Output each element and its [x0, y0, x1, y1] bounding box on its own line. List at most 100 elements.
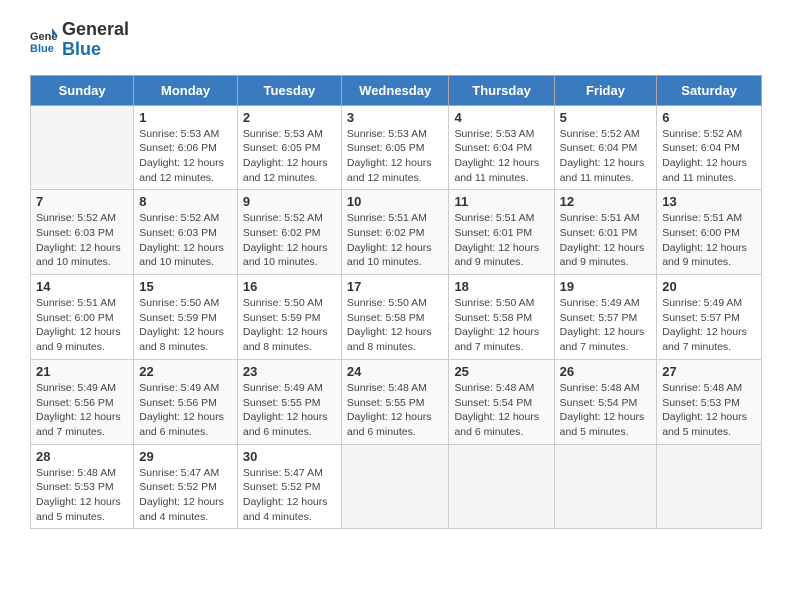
calendar-cell: 11 Sunrise: 5:51 AM Sunset: 6:01 PM Dayli…	[449, 190, 554, 275]
day-number: 15	[139, 279, 232, 294]
col-header-monday: Monday	[134, 75, 238, 105]
day-number: 25	[454, 364, 548, 379]
calendar-cell: 5 Sunrise: 5:52 AM Sunset: 6:04 PM Daylig…	[554, 105, 657, 190]
day-info: Sunrise: 5:51 AM Sunset: 6:00 PM Dayligh…	[662, 211, 756, 270]
day-info: Sunrise: 5:49 AM Sunset: 5:55 PM Dayligh…	[243, 381, 336, 440]
calendar-cell: 8 Sunrise: 5:52 AM Sunset: 6:03 PM Daylig…	[134, 190, 238, 275]
day-number: 19	[560, 279, 652, 294]
day-info: Sunrise: 5:52 AM Sunset: 6:04 PM Dayligh…	[560, 127, 652, 186]
calendar-cell	[31, 105, 134, 190]
calendar-cell	[449, 444, 554, 529]
day-info: Sunrise: 5:52 AM Sunset: 6:03 PM Dayligh…	[139, 211, 232, 270]
calendar-cell: 29Sunrise: 5:47 AM Sunset: 5:52 PM Dayli…	[134, 444, 238, 529]
calendar-cell: 21 Sunrise: 5:49 AM Sunset: 5:56 PM Dayli…	[31, 359, 134, 444]
col-header-wednesday: Wednesday	[341, 75, 449, 105]
day-info: Sunrise: 5:49 AM Sunset: 5:56 PM Dayligh…	[139, 381, 232, 440]
calendar-cell: 17Sunrise: 5:50 AM Sunset: 5:58 PM Dayli…	[341, 275, 449, 360]
calendar-cell: 28 Sunrise: 5:48 AM Sunset: 5:53 PM Dayli…	[31, 444, 134, 529]
day-number: 12	[560, 194, 652, 209]
day-info: Sunrise: 5:49 AM Sunset: 5:57 PM Dayligh…	[560, 296, 652, 355]
day-number: 9	[243, 194, 336, 209]
day-number: 21	[36, 364, 128, 379]
logo: General Blue General Blue	[30, 20, 129, 60]
day-info: Sunrise: 5:50 AM Sunset: 5:59 PM Dayligh…	[243, 296, 336, 355]
calendar-cell: 20 Sunrise: 5:49 AM Sunset: 5:57 PM Dayli…	[657, 275, 762, 360]
calendar-cell: 13 Sunrise: 5:51 AM Sunset: 6:00 PM Dayli…	[657, 190, 762, 275]
day-info: Sunrise: 5:47 AM Sunset: 5:52 PM Dayligh…	[139, 466, 232, 525]
day-info: Sunrise: 5:47 AM Sunset: 5:52 PM Dayligh…	[243, 466, 336, 525]
day-number: 20	[662, 279, 756, 294]
day-number: 4	[454, 110, 548, 125]
calendar-cell: 27Sunrise: 5:48 AM Sunset: 5:53 PM Dayli…	[657, 359, 762, 444]
day-number: 2	[243, 110, 336, 125]
col-header-friday: Friday	[554, 75, 657, 105]
day-info: Sunrise: 5:50 AM Sunset: 5:59 PM Dayligh…	[139, 296, 232, 355]
calendar-cell: 19 Sunrise: 5:49 AM Sunset: 5:57 PM Dayli…	[554, 275, 657, 360]
day-info: Sunrise: 5:48 AM Sunset: 5:53 PM Dayligh…	[36, 466, 128, 525]
calendar-cell: 16 Sunrise: 5:50 AM Sunset: 5:59 PM Dayli…	[237, 275, 341, 360]
calendar-cell: 15 Sunrise: 5:50 AM Sunset: 5:59 PM Dayli…	[134, 275, 238, 360]
day-number: 3	[347, 110, 444, 125]
calendar-cell: 14 Sunrise: 5:51 AM Sunset: 6:00 PM Dayli…	[31, 275, 134, 360]
day-info: Sunrise: 5:53 AM Sunset: 6:04 PM Dayligh…	[454, 127, 548, 186]
day-number: 26	[560, 364, 652, 379]
day-number: 1	[139, 110, 232, 125]
day-number: 13	[662, 194, 756, 209]
day-number: 8	[139, 194, 232, 209]
calendar-cell: 4 Sunrise: 5:53 AM Sunset: 6:04 PM Daylig…	[449, 105, 554, 190]
day-info: Sunrise: 5:49 AM Sunset: 5:57 PM Dayligh…	[662, 296, 756, 355]
day-number: 18	[454, 279, 548, 294]
svg-text:Blue: Blue	[30, 43, 54, 54]
day-info: Sunrise: 5:53 AM Sunset: 6:06 PM Dayligh…	[139, 127, 232, 186]
day-info: Sunrise: 5:51 AM Sunset: 6:02 PM Dayligh…	[347, 211, 444, 270]
day-info: Sunrise: 5:51 AM Sunset: 6:01 PM Dayligh…	[560, 211, 652, 270]
calendar-cell: 23 Sunrise: 5:49 AM Sunset: 5:55 PM Dayli…	[237, 359, 341, 444]
calendar-cell: 18 Sunrise: 5:50 AM Sunset: 5:58 PM Dayli…	[449, 275, 554, 360]
logo-blue: Blue	[62, 40, 129, 60]
day-info: Sunrise: 5:48 AM Sunset: 5:54 PM Dayligh…	[560, 381, 652, 440]
day-info: Sunrise: 5:49 AM Sunset: 5:56 PM Dayligh…	[36, 381, 128, 440]
day-info: Sunrise: 5:52 AM Sunset: 6:03 PM Dayligh…	[36, 211, 128, 270]
calendar-cell: 2Sunrise: 5:53 AM Sunset: 6:05 PM Daylig…	[237, 105, 341, 190]
calendar-cell: 24 Sunrise: 5:48 AM Sunset: 5:55 PM Dayli…	[341, 359, 449, 444]
day-info: Sunrise: 5:52 AM Sunset: 6:02 PM Dayligh…	[243, 211, 336, 270]
calendar-cell: 25 Sunrise: 5:48 AM Sunset: 5:54 PM Dayli…	[449, 359, 554, 444]
day-number: 10	[347, 194, 444, 209]
col-header-thursday: Thursday	[449, 75, 554, 105]
calendar-cell: 6 Sunrise: 5:52 AM Sunset: 6:04 PM Daylig…	[657, 105, 762, 190]
calendar-cell: 1 Sunrise: 5:53 AM Sunset: 6:06 PM Daylig…	[134, 105, 238, 190]
calendar-cell: 10 Sunrise: 5:51 AM Sunset: 6:02 PM Dayli…	[341, 190, 449, 275]
calendar-table: SundayMondayTuesdayWednesdayThursdayFrid…	[30, 75, 762, 530]
day-info: Sunrise: 5:50 AM Sunset: 5:58 PM Dayligh…	[454, 296, 548, 355]
day-number: 24	[347, 364, 444, 379]
day-info: Sunrise: 5:53 AM Sunset: 6:05 PM Dayligh…	[347, 127, 444, 186]
day-number: 17	[347, 279, 444, 294]
day-info: Sunrise: 5:51 AM Sunset: 6:00 PM Dayligh…	[36, 296, 128, 355]
day-number: 23	[243, 364, 336, 379]
day-number: 11	[454, 194, 548, 209]
logo-general: General	[62, 20, 129, 40]
calendar-cell	[657, 444, 762, 529]
calendar-cell: 22 Sunrise: 5:49 AM Sunset: 5:56 PM Dayli…	[134, 359, 238, 444]
day-info: Sunrise: 5:51 AM Sunset: 6:01 PM Dayligh…	[454, 211, 548, 270]
day-info: Sunrise: 5:52 AM Sunset: 6:04 PM Dayligh…	[662, 127, 756, 186]
calendar-cell: 7Sunrise: 5:52 AM Sunset: 6:03 PM Daylig…	[31, 190, 134, 275]
calendar-cell	[554, 444, 657, 529]
day-number: 16	[243, 279, 336, 294]
col-header-sunday: Sunday	[31, 75, 134, 105]
day-number: 14	[36, 279, 128, 294]
col-header-tuesday: Tuesday	[237, 75, 341, 105]
day-number: 22	[139, 364, 232, 379]
day-info: Sunrise: 5:48 AM Sunset: 5:53 PM Dayligh…	[662, 381, 756, 440]
day-number: 6	[662, 110, 756, 125]
calendar-cell	[341, 444, 449, 529]
calendar-cell: 3 Sunrise: 5:53 AM Sunset: 6:05 PM Daylig…	[341, 105, 449, 190]
day-number: 28	[36, 449, 128, 464]
day-info: Sunrise: 5:48 AM Sunset: 5:55 PM Dayligh…	[347, 381, 444, 440]
calendar-cell: 12 Sunrise: 5:51 AM Sunset: 6:01 PM Dayli…	[554, 190, 657, 275]
day-info: Sunrise: 5:48 AM Sunset: 5:54 PM Dayligh…	[454, 381, 548, 440]
day-number: 30	[243, 449, 336, 464]
calendar-cell: 26 Sunrise: 5:48 AM Sunset: 5:54 PM Dayli…	[554, 359, 657, 444]
calendar-cell: 9 Sunrise: 5:52 AM Sunset: 6:02 PM Daylig…	[237, 190, 341, 275]
day-number: 5	[560, 110, 652, 125]
